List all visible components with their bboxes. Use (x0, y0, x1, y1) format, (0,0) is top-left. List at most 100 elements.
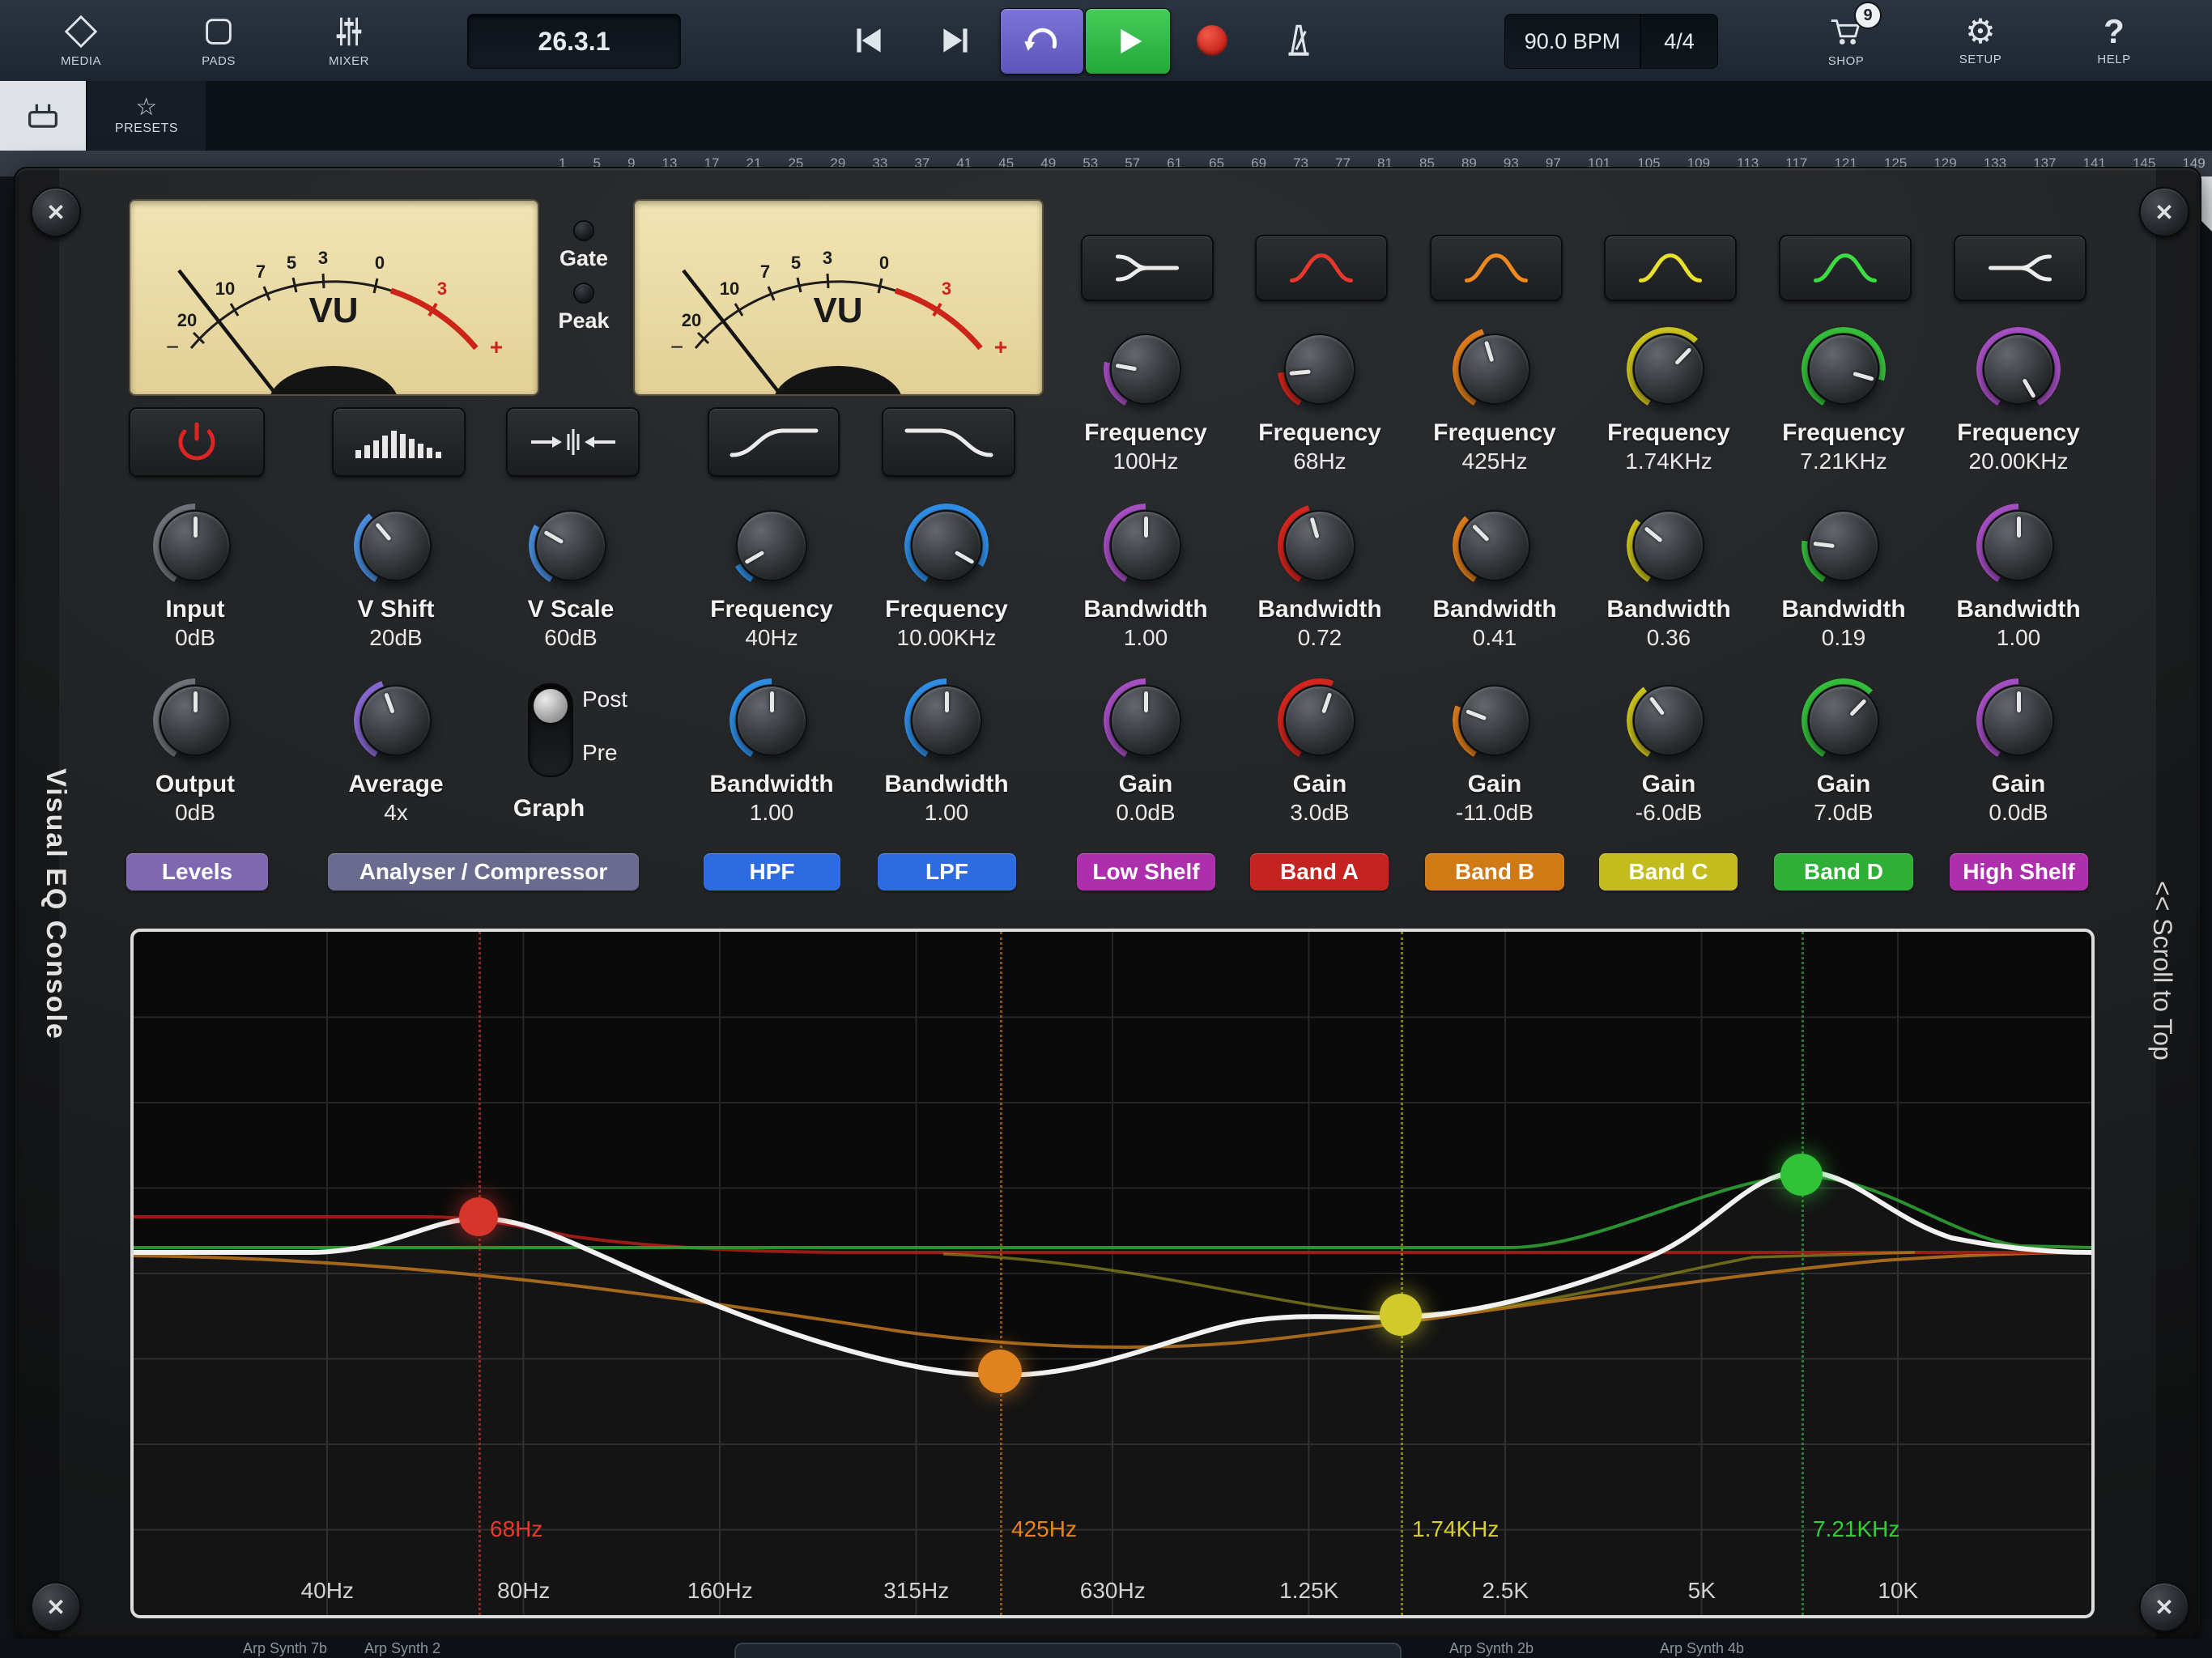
band-d-gain-knob[interactable] (1802, 678, 1886, 763)
knob-value: 1.00 (684, 800, 859, 826)
band-c-frequency-knob[interactable] (1627, 327, 1711, 411)
band-b-handle[interactable] (978, 1350, 1022, 1393)
svg-text:VU: VU (308, 291, 358, 330)
knob-value: 0.36 (1581, 625, 1756, 651)
scroll-to-top-button[interactable]: << Scroll to Top (2147, 881, 2177, 1061)
pre-label: Pre (582, 740, 618, 766)
knob-label: Frequency (1756, 419, 1931, 447)
band-b-type-button[interactable] (1430, 235, 1563, 301)
band-b-bandwidth-knob[interactable] (1453, 504, 1537, 588)
play-button[interactable] (1085, 8, 1171, 74)
high-shelf-type-button[interactable] (1954, 235, 2087, 301)
position-display[interactable]: 26.3.1 (467, 14, 681, 69)
high-shelf-bandwidth-knob[interactable] (1976, 504, 2061, 588)
knob-label: Bandwidth (1931, 596, 2106, 623)
band-c-type-button[interactable] (1604, 235, 1737, 301)
close-button-top-left[interactable]: ✕ (31, 187, 81, 237)
knob-label: Bandwidth (859, 771, 1034, 798)
hpf-curve-button[interactable] (708, 407, 840, 477)
average-knob[interactable] (354, 678, 438, 763)
close-icon: ✕ (46, 1594, 65, 1621)
knob-pointer (1813, 542, 1834, 548)
gate-label: Gate (559, 246, 608, 271)
hpf-frequency-knob[interactable] (730, 504, 814, 588)
shop-button[interactable]: SHOP 9 (1797, 0, 1895, 81)
svg-text:7: 7 (760, 261, 770, 282)
input-knob[interactable] (153, 504, 237, 588)
low-shelf-type-button[interactable] (1081, 235, 1214, 301)
band-a-type-button[interactable] (1255, 235, 1388, 301)
low-shelf-frequency-knob[interactable] (1104, 327, 1188, 411)
metronome-button[interactable] (1270, 12, 1327, 69)
knob-label: Frequency (1407, 419, 1582, 447)
media-button[interactable]: MEDIA (32, 0, 130, 81)
band-a-handle[interactable] (459, 1197, 498, 1236)
eq-curves (134, 932, 2091, 1615)
v-shift-knob[interactable] (354, 504, 438, 588)
vu-meter-left: 20 10 7 5 3 0 3 − + VU (129, 199, 539, 396)
close-button-bottom-left[interactable]: ✕ (31, 1582, 81, 1632)
analyser-button[interactable] (332, 407, 466, 477)
band-a-bandwidth-knob[interactable] (1278, 504, 1362, 588)
undo-button[interactable] (1000, 8, 1084, 74)
close-button-bottom-right[interactable]: ✕ (2139, 1582, 2189, 1632)
band-a-frequency-knob[interactable] (1278, 327, 1362, 411)
mixer-button[interactable]: MIXER (300, 0, 398, 81)
visual-eq-console-window: Visual EQ Console << Scroll to Top ✕ ✕ ✕… (14, 167, 2201, 1642)
knob-value: 1.00 (1058, 625, 1233, 651)
pads-button[interactable]: PADS (170, 0, 267, 81)
band-d-bandwidth-knob[interactable] (1802, 504, 1886, 588)
knob-value: 0dB (108, 800, 283, 826)
graph-post-pre-toggle[interactable] (528, 683, 573, 777)
high-shelf-curve-icon (1984, 247, 2057, 289)
band-a-freq-line (479, 932, 481, 1615)
output-knob[interactable] (153, 678, 237, 763)
knob-pointer (1115, 363, 1136, 371)
knob-pointer (954, 551, 974, 564)
high-shelf-frequency-knob[interactable] (1976, 327, 2061, 411)
v-scale-knob[interactable] (529, 504, 613, 588)
lpf-bandwidth-knob[interactable] (904, 678, 989, 763)
band-c-handle[interactable] (1380, 1294, 1422, 1336)
skip-end-button[interactable] (927, 12, 984, 69)
setup-label: SETUP (1959, 53, 2002, 66)
knob-value: 0.19 (1756, 625, 1931, 651)
knob-cap (1983, 334, 2054, 405)
band-b-gain-knob[interactable] (1453, 678, 1537, 763)
bpm-display[interactable]: 90.0 BPM (1504, 14, 1640, 69)
track-label: Arp Synth 4b (1660, 1640, 1744, 1657)
band-a-gain-knob[interactable] (1278, 678, 1362, 763)
lpf-curve-button[interactable] (882, 407, 1015, 477)
skip-start-button[interactable] (840, 12, 897, 69)
help-label: HELP (2097, 53, 2130, 66)
low-shelf-bandwidth-knob[interactable] (1104, 504, 1188, 588)
knob-cap (1633, 510, 1704, 581)
band-d-type-button[interactable] (1779, 235, 1912, 301)
low-shelf-gain-knob[interactable] (1104, 678, 1188, 763)
band-a-bell-icon (1285, 247, 1358, 289)
band-b-frequency-knob[interactable] (1453, 327, 1537, 411)
close-button-top-right[interactable]: ✕ (2139, 187, 2189, 237)
shop-label: SHOP (1828, 54, 1865, 68)
hpf-bandwidth-knob[interactable] (730, 678, 814, 763)
help-button[interactable]: ? HELP (2065, 0, 2163, 81)
band-c-gain-knob[interactable] (1627, 678, 1711, 763)
eq-graph[interactable]: 68Hz 425Hz 1.74KHz 7.21KHz 40Hz80Hz160Hz… (130, 929, 2095, 1618)
setup-button[interactable]: ⚙ SETUP (1932, 0, 2029, 81)
band-d-handle[interactable] (1780, 1154, 1823, 1196)
knob-value: 100Hz (1058, 449, 1233, 474)
insert-tab[interactable] (0, 81, 86, 151)
presets-tab[interactable]: ☆ PRESETS (87, 81, 206, 151)
high-shelf-gain-knob[interactable] (1976, 678, 2061, 763)
record-button[interactable] (1197, 25, 1227, 56)
compressor-button[interactable] (506, 407, 640, 477)
tab-bar: ☆ PRESETS R W ✕ (0, 81, 2212, 151)
lpf-frequency-knob[interactable] (904, 504, 989, 588)
time-signature-display[interactable]: 4/4 (1640, 14, 1718, 69)
band-c-bandwidth-knob[interactable] (1627, 504, 1711, 588)
knob-cap (1808, 334, 1879, 405)
bottom-sheet-handle[interactable] (734, 1643, 1402, 1658)
eq-power-button[interactable] (129, 407, 265, 477)
band-a-freq-label: 68Hz (490, 1516, 542, 1542)
band-d-frequency-knob[interactable] (1802, 327, 1886, 411)
